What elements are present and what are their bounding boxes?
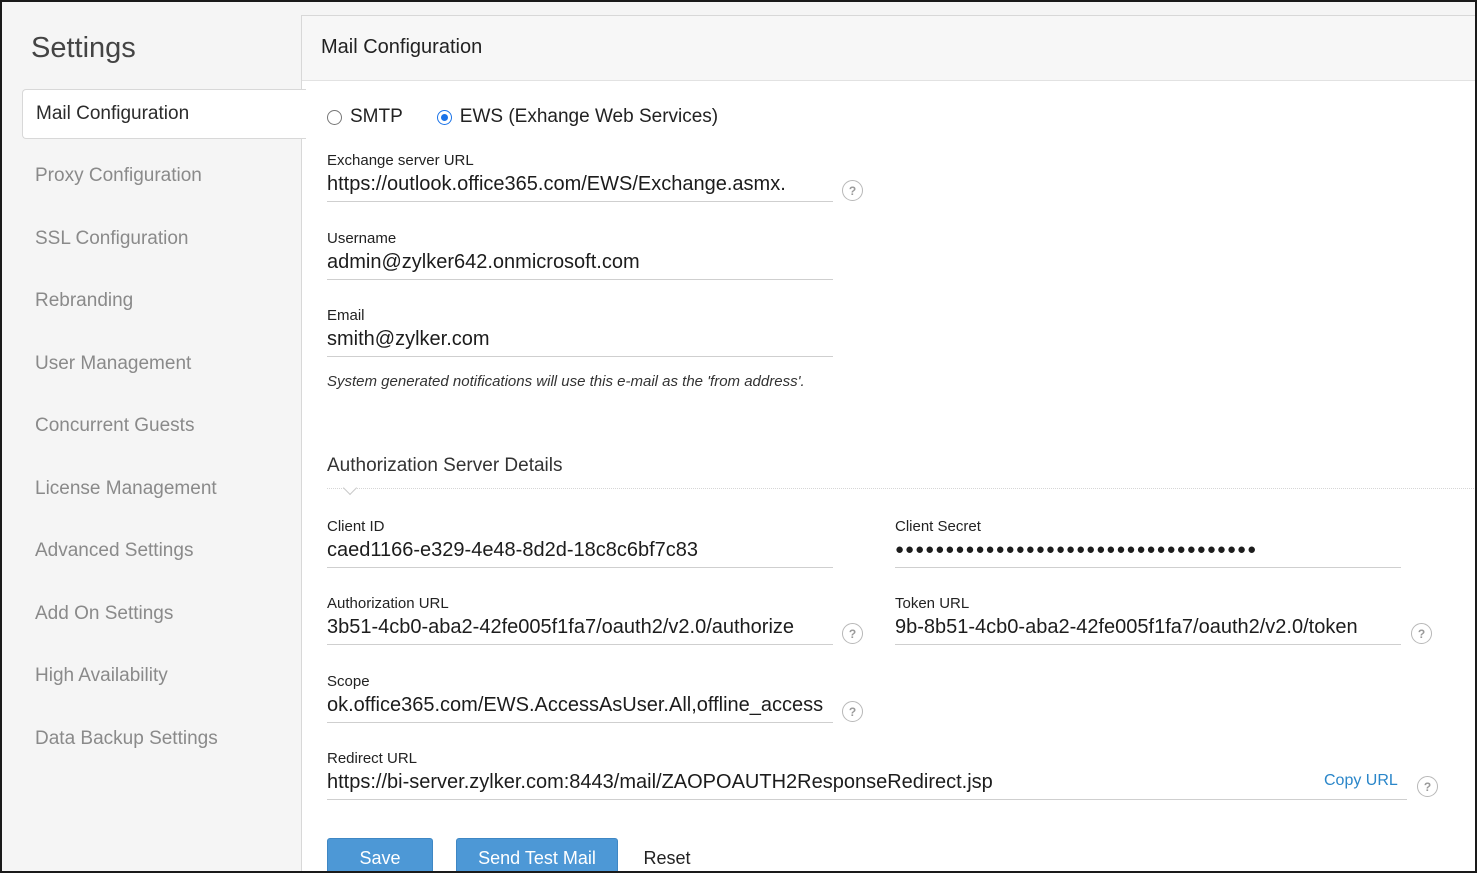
token-url-help-icon[interactable]: ? [1411,623,1432,644]
sidebar-item-rebranding[interactable]: Rebranding [35,290,133,312]
authorization-url-input[interactable] [327,609,833,645]
section-divider [327,488,1475,489]
redirect-url-help-icon[interactable]: ? [1417,776,1438,797]
sidebar-item-advanced-settings[interactable]: Advanced Settings [35,540,193,562]
reset-button[interactable]: Reset [636,838,698,871]
exchange-url-help-icon[interactable]: ? [842,180,863,201]
client-secret-input[interactable] [895,532,1401,568]
send-test-mail-button[interactable]: Send Test Mail [456,838,618,871]
caret-down-icon [342,480,358,496]
sidebar-item-user-management[interactable]: User Management [35,353,191,375]
page-title: Mail Configuration [321,36,483,58]
sidebar-title: Settings [31,32,136,64]
app-window: Settings Mail Configuration Proxy Config… [0,0,1477,873]
sidebar-item-add-on-settings[interactable]: Add On Settings [35,603,173,625]
sidebar-item-ssl-configuration[interactable]: SSL Configuration [35,228,189,250]
sidebar-item-high-availability[interactable]: High Availability [35,665,168,687]
sidebar-item-data-backup-settings[interactable]: Data Backup Settings [35,728,218,750]
smtp-radio-label[interactable]: SMTP [350,106,403,128]
ews-radio-label[interactable]: EWS (Exhange Web Services) [460,106,718,128]
smtp-radio[interactable] [327,109,342,125]
ews-radio[interactable] [436,109,452,125]
token-url-input[interactable] [895,609,1401,645]
save-button[interactable]: Save [327,838,433,871]
scope-help-icon[interactable]: ? [842,701,863,722]
exchange-url-input[interactable] [327,166,833,202]
auth-section-title: Authorization Server Details [327,455,563,476]
main-header: Mail Configuration [302,16,1475,81]
sidebar-item-license-management[interactable]: License Management [35,478,217,500]
sidebar-item-mail-configuration[interactable]: Mail Configuration [22,89,306,139]
copy-url-link[interactable]: Copy URL [1324,772,1398,790]
sidebar-item-proxy-configuration[interactable]: Proxy Configuration [35,165,202,187]
mail-type-radio-group: SMTP EWS (Exhange Web Services) [327,106,752,128]
client-id-input[interactable] [327,532,833,568]
email-input[interactable] [327,321,833,357]
authorization-url-help-icon[interactable]: ? [842,623,863,644]
username-input[interactable] [327,244,833,280]
sidebar-item-concurrent-guests[interactable]: Concurrent Guests [35,415,194,437]
sidebar: Settings Mail Configuration Proxy Config… [2,2,306,871]
email-hint: System generated notifications will use … [327,373,805,390]
main-panel: Mail Configuration SMTP EWS (Exhange Web… [301,15,1475,871]
scope-input[interactable] [327,687,833,723]
redirect-url-input[interactable] [327,764,1407,800]
